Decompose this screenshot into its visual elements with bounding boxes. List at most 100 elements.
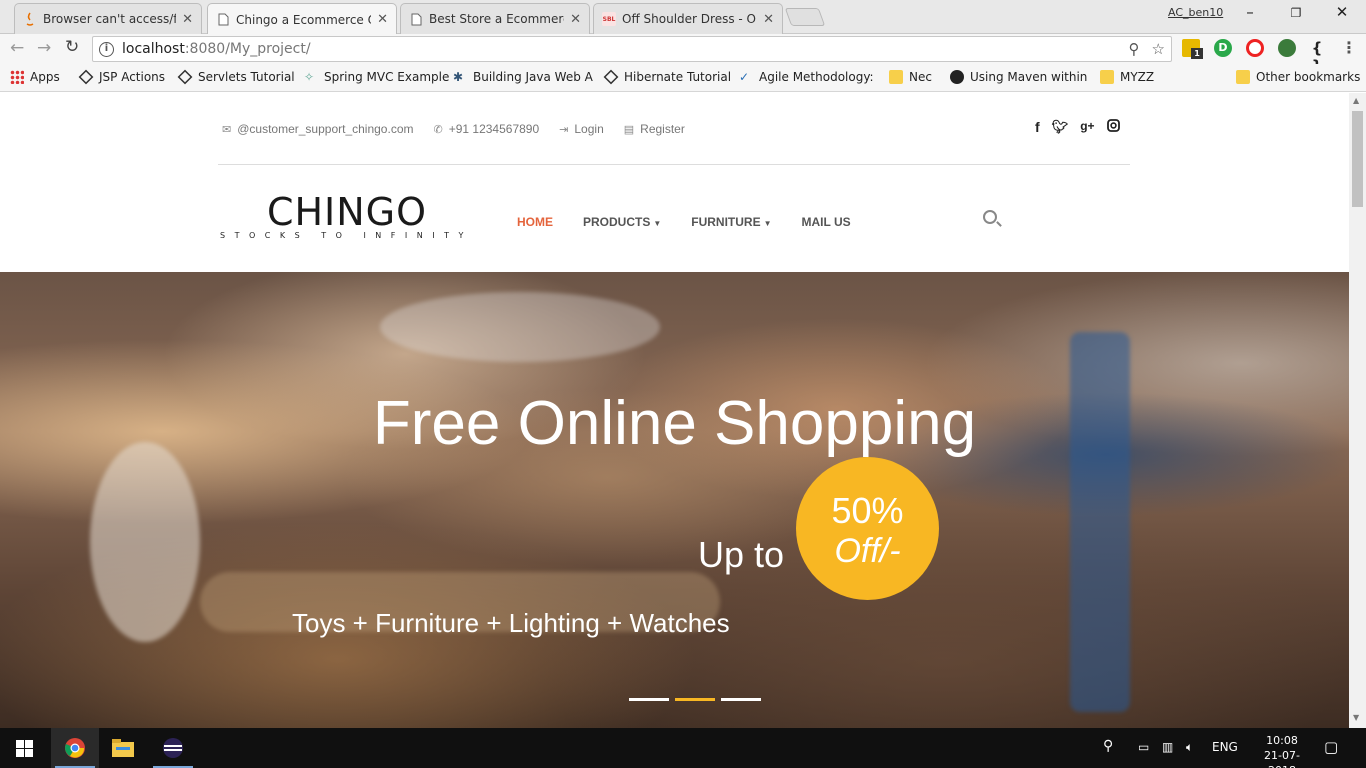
url-host: localhost: [122, 41, 185, 57]
site-logo[interactable]: CHINGO STOCKS TO INFINITY: [220, 191, 472, 240]
notifications-icon[interactable]: ▢: [1324, 738, 1338, 756]
clock-time: 10:08: [1266, 734, 1298, 747]
google-plus-icon[interactable]: g+: [1080, 119, 1094, 135]
bookmark-jsp-actions[interactable]: JSP Actions: [78, 69, 165, 85]
nav-label: MAIL US: [801, 215, 851, 229]
login-link[interactable]: ⇥ Login: [559, 122, 604, 136]
close-tab-icon[interactable]: ✕: [377, 12, 388, 27]
extension-badge: 1: [1191, 48, 1203, 59]
address-bar[interactable]: i localhost:8080/My_project/ ⚲ ☆: [92, 36, 1172, 62]
opera-icon[interactable]: [1246, 39, 1264, 57]
facebook-icon[interactable]: f: [1035, 119, 1040, 135]
close-window-icon[interactable]: ✕: [1322, 3, 1362, 21]
bookmark-servlets[interactable]: Servlets Tutorial: [177, 69, 295, 85]
windows-start-icon[interactable]: [0, 728, 48, 768]
restore-icon[interactable]: ❐: [1276, 6, 1316, 20]
nav-mail-us[interactable]: MAIL US: [802, 215, 851, 229]
slide-indicator-3[interactable]: [721, 698, 761, 701]
tab-strip: Browser can't access/find ✕ Chingo a Eco…: [0, 0, 1366, 35]
close-tab-icon[interactable]: ✕: [763, 12, 774, 27]
bookmark-nec[interactable]: Nec: [889, 70, 932, 84]
file-explorer-icon[interactable]: [99, 728, 147, 768]
extension-icon[interactable]: 1: [1182, 39, 1203, 59]
taskbar: ⚲ ▭ ▥ 🔈︎ ENG 10:08 21-07-2018 ▢: [0, 728, 1366, 768]
people-icon[interactable]: ⚲: [1103, 738, 1113, 754]
zoom-search-icon[interactable]: ⚲: [1129, 40, 1140, 58]
folder-icon: [1100, 70, 1114, 84]
system-clock[interactable]: 10:08 21-07-2018: [1252, 733, 1312, 768]
close-tab-icon[interactable]: ✕: [570, 12, 581, 27]
bookmark-label: Agile Methodology:: [759, 70, 874, 84]
menu-kebab-icon[interactable]: ⋮: [1340, 39, 1358, 57]
chrome-taskbar-icon[interactable]: [51, 728, 99, 768]
email-contact[interactable]: ✉ @customer_support_chingo.com: [222, 122, 414, 136]
badge-percent: 50%: [831, 490, 904, 531]
nav-products[interactable]: PRODUCTS ▼: [583, 215, 661, 229]
scroll-thumb[interactable]: [1352, 111, 1363, 207]
bookmark-label: Servlets Tutorial: [198, 70, 295, 84]
bookmark-label: Building Java Web A: [473, 70, 593, 84]
browser-toolbar: ← → ↻ i localhost:8080/My_project/ ⚲ ☆ 1…: [0, 34, 1366, 75]
volume-icon[interactable]: 🔈︎: [1186, 740, 1193, 755]
bookmark-maven[interactable]: Using Maven within: [950, 70, 1087, 84]
java-icon: [23, 12, 37, 26]
bookmark-label: Using Maven within: [970, 70, 1088, 84]
browser-tab-1[interactable]: Browser can't access/find ✕: [14, 3, 202, 34]
top-info-bar: ✉ @customer_support_chingo.com ✆ +91 12345…: [222, 122, 685, 136]
bookmark-apps[interactable]: Apps: [10, 70, 60, 84]
slide-indicator-2[interactable]: [675, 698, 715, 701]
nav-home[interactable]: HOME: [517, 215, 553, 229]
bookmark-spring-mvc[interactable]: ✧ Spring MVC Example: [304, 70, 449, 84]
page-scrollbar[interactable]: ▲ ▼: [1349, 93, 1366, 728]
json-extension-icon[interactable]: { }: [1308, 39, 1326, 75]
back-arrow-icon[interactable]: ←: [10, 38, 24, 58]
minimize-icon[interactable]: –: [1230, 3, 1270, 21]
globe-extension-icon[interactable]: [1278, 39, 1296, 57]
info-icon[interactable]: i: [99, 41, 114, 57]
power-icon[interactable]: ▭: [1138, 740, 1149, 754]
scroll-up-icon[interactable]: ▲: [1353, 96, 1359, 105]
discount-badge: 50% Off/-: [796, 457, 939, 600]
eclipse-taskbar-icon[interactable]: [149, 728, 197, 768]
slide-indicator-1[interactable]: [629, 698, 669, 701]
tab-title: Off Shoulder Dress - Onli: [622, 12, 758, 26]
spring-icon: ✧: [304, 70, 315, 84]
instagram-icon[interactable]: [1106, 119, 1120, 135]
hero-title: Free Online Shopping: [372, 389, 977, 458]
nav-furniture[interactable]: FURNITURE ▼: [691, 215, 771, 229]
bookmark-building-java[interactable]: ✱ Building Java Web A: [453, 70, 593, 84]
bookmark-agile[interactable]: ✓ Agile Methodology:: [739, 70, 874, 84]
apps-grid-icon: [10, 70, 24, 84]
diamond-icon: [603, 69, 619, 85]
twitter-icon[interactable]: 🐦︎: [1052, 119, 1069, 135]
main-nav: HOME PRODUCTS ▼ FURNITURE ▼ MAIL US: [517, 215, 851, 229]
bookmark-other[interactable]: Other bookmarks: [1236, 70, 1360, 84]
extension-green-icon[interactable]: D: [1214, 39, 1232, 57]
search-icon[interactable]: [983, 210, 997, 224]
profile-name[interactable]: AC_ben10: [1168, 6, 1223, 19]
network-icon[interactable]: ▥: [1162, 740, 1173, 754]
login-text: Login: [574, 122, 604, 136]
forward-arrow-icon[interactable]: →: [37, 38, 51, 58]
reload-icon[interactable]: ↻: [65, 37, 79, 57]
close-tab-icon[interactable]: ✕: [182, 12, 193, 27]
browser-tab-4[interactable]: SBL Off Shoulder Dress - Onli ✕: [593, 3, 783, 34]
bookmark-hibernate[interactable]: Hibernate Tutorial: [603, 69, 731, 85]
register-link[interactable]: ▤ Register: [624, 122, 685, 136]
url-path: :8080/My_project/: [184, 41, 311, 57]
logo-name: CHINGO: [266, 190, 428, 234]
bookmark-label: Other bookmarks: [1256, 70, 1361, 84]
browser-tab-2[interactable]: Chingo a Ecommerce Onl ✕: [207, 3, 397, 35]
slider-indicators: [629, 698, 761, 701]
bookmark-star-icon[interactable]: ☆: [1152, 40, 1165, 58]
folder-icon: [889, 70, 903, 84]
bookmark-myzz[interactable]: MYZZ: [1100, 70, 1154, 84]
scroll-down-icon[interactable]: ▼: [1353, 713, 1359, 722]
language-indicator[interactable]: ENG: [1212, 740, 1238, 754]
new-tab-button[interactable]: [784, 8, 826, 26]
gear-icon: ✱: [453, 70, 464, 84]
page-icon: [216, 13, 230, 27]
bookmark-label: Spring MVC Example: [324, 70, 450, 84]
browser-tab-3[interactable]: Best Store a Ecommerce ✕: [400, 3, 590, 34]
signage-shape: [380, 292, 660, 362]
